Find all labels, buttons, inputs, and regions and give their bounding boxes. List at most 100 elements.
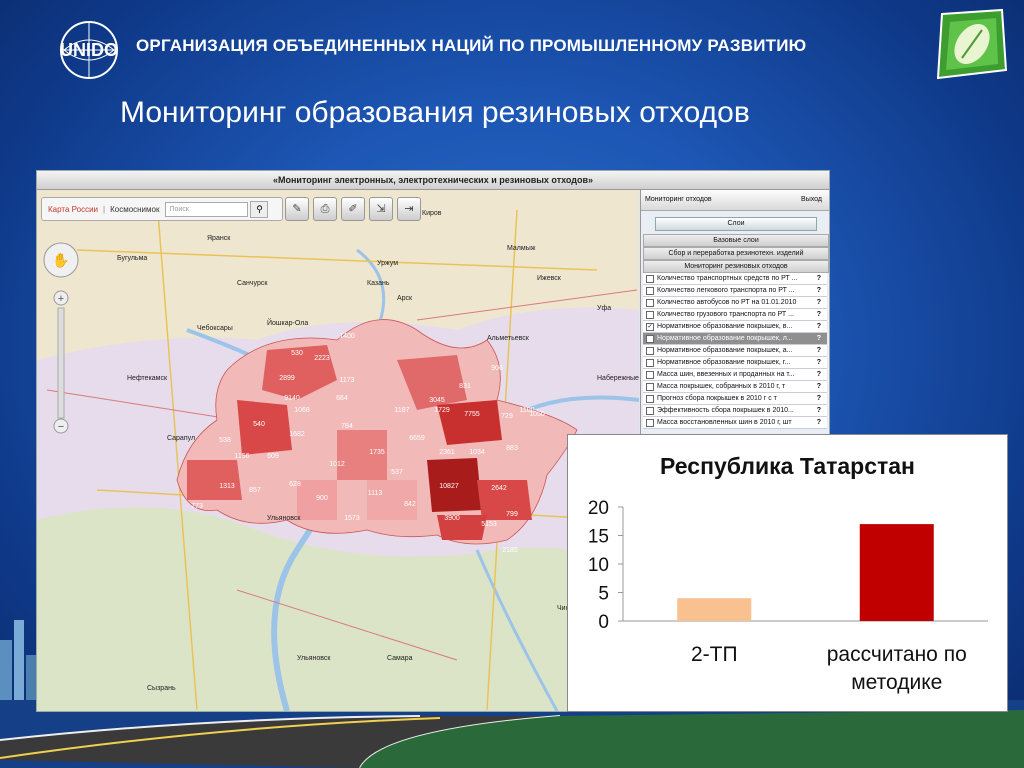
region-value-label: 2899 (279, 375, 295, 382)
region-value-label: 2361 (439, 449, 455, 456)
help-icon[interactable]: ? (817, 273, 821, 284)
region-value-label: 842 (404, 501, 416, 508)
layer-checkbox[interactable] (646, 299, 654, 307)
help-icon[interactable]: ? (817, 309, 821, 320)
layer-label: Прогноз сбора покрышек в 2010 г с т (657, 395, 777, 402)
leaf-logo-icon (936, 8, 1008, 80)
layer-item[interactable]: ✓ Нормативное образование покрышек, в...? (643, 321, 827, 333)
exit-tool-icon[interactable]: ⇥ (397, 197, 421, 221)
layers-button[interactable]: Слои (655, 217, 817, 231)
map-place-label: Ульяновск (267, 515, 301, 522)
region-value-label: 664 (336, 395, 348, 402)
help-icon[interactable]: ? (817, 333, 821, 344)
layer-checkbox[interactable] (646, 395, 654, 403)
help-icon[interactable]: ? (817, 297, 821, 308)
help-icon[interactable]: ? (817, 285, 821, 296)
map-place-label: Уржум (377, 260, 398, 267)
region-value-label: 729 (501, 413, 513, 420)
region-value-label: 538 (219, 437, 231, 444)
layer-label: Масса шин, ввезенных и проданных на т... (657, 371, 795, 378)
region-value-label: 6659 (409, 435, 425, 442)
layer-label: Количество транспортных средств по РТ ..… (657, 275, 798, 282)
chart-panel: Республика Татарстан 0 5 10 15 20 2-ТП рассчит… (567, 434, 1008, 712)
map-pan-control[interactable]: ✋ (43, 242, 79, 278)
y-tick-label: 5 (598, 584, 609, 605)
region-value-label: 1573 (344, 515, 360, 522)
region-value-label: 857 (249, 487, 261, 494)
zoom-in-button[interactable]: + (53, 290, 69, 306)
layer-item[interactable]: Прогноз сбора покрышек в 2010 г с т? (643, 393, 827, 405)
y-tick-label: 10 (588, 555, 609, 576)
region-value-label: 1187 (394, 407, 409, 414)
layer-item[interactable]: Нормативное образование покрышек, г...? (643, 357, 827, 369)
region-value-label: 1173 (339, 377, 354, 384)
help-icon[interactable]: ? (817, 405, 821, 416)
help-icon[interactable]: ? (817, 357, 821, 368)
search-input[interactable]: Поиск (165, 201, 249, 217)
layer-label: Масса восстановленных шин в 2010 г, шт (657, 419, 792, 426)
tab-satellite[interactable]: Космоснимок (105, 205, 165, 214)
map-place-label: Ульяновск (297, 655, 331, 662)
layer-checkbox[interactable] (646, 275, 654, 283)
layer-checkbox[interactable] (646, 407, 654, 415)
layer-group[interactable]: Сбор и переработка резинотехн. изделий (643, 247, 829, 260)
help-icon[interactable]: ? (817, 381, 821, 392)
layer-item[interactable]: Эффективность сбора покрышек в 2010...? (643, 405, 827, 417)
layer-label: Масса покрышек, собранных в 2010 г, т (657, 383, 786, 390)
zoom-slider[interactable] (57, 307, 65, 419)
layer-group[interactable]: Базовые слои (643, 234, 829, 247)
layer-checkbox[interactable] (646, 311, 654, 319)
zoom-out-button[interactable]: − (53, 418, 69, 434)
region-value-label: 1113 (368, 490, 383, 497)
region-value-label: 900 (316, 495, 328, 502)
print-icon[interactable]: ⎙ (313, 197, 337, 221)
layer-item[interactable]: Количество легкового транспорта по РТ ..… (643, 285, 827, 297)
layer-item[interactable]: Количество грузового транспорта по РТ ..… (643, 309, 827, 321)
layer-checkbox[interactable] (646, 287, 654, 295)
layer-item[interactable]: Нормативное образование покрышек, а...? (643, 345, 827, 357)
map-view[interactable]: 1400 530 2223 2899 1173 664 1068 9140 540 1682 784… (37, 190, 639, 711)
export-icon[interactable]: ⇲ (369, 197, 393, 221)
measure-tool-icon[interactable]: ✎ (285, 197, 309, 221)
region-value-label: 3900 (444, 515, 460, 522)
region-value-label: 3045 (429, 397, 445, 404)
layer-item[interactable]: Количество автобусов по РТ на 01.01.2010… (643, 297, 827, 309)
exit-button[interactable]: Выход (801, 196, 822, 203)
svg-text:+: + (58, 293, 64, 305)
layer-item[interactable]: Масса покрышек, собранных в 2010 г, т? (643, 381, 827, 393)
help-icon[interactable]: ? (817, 417, 821, 428)
help-icon[interactable]: ? (817, 321, 821, 332)
layer-checkbox[interactable] (646, 335, 654, 343)
app-title-bar: «Мониторинг электронных, электротехничес… (37, 171, 829, 190)
layer-checkbox[interactable] (646, 419, 654, 427)
region-value-label: 1156 (234, 453, 249, 460)
layer-item[interactable]: Масса восстановленных шин в 2010 г, шт? (643, 417, 827, 429)
map-place-label: Альметьевск (487, 335, 530, 342)
search-icon[interactable]: ⚲ (250, 200, 269, 218)
help-icon[interactable]: ? (817, 345, 821, 356)
region-value-label: 1012 (329, 461, 345, 468)
map-place-label: Уфа (597, 305, 611, 312)
layer-label: Количество легкового транспорта по РТ ..… (657, 287, 795, 294)
layer-item[interactable]: Масса шин, ввезенных и проданных на т...… (643, 369, 827, 381)
layer-item[interactable]: Количество транспортных средств по РТ ..… (643, 273, 827, 285)
map-place-label: Казань (367, 280, 390, 287)
edit-icon[interactable]: ✐ (341, 197, 365, 221)
unido-logo: UNIDO (60, 21, 118, 79)
region-value-label: 2185 (502, 547, 518, 554)
region-value-label: 609 (267, 453, 279, 460)
layer-checkbox[interactable] (646, 347, 654, 355)
layer-checkbox[interactable] (646, 359, 654, 367)
layer-item[interactable]: Нормативное образование покрышек, л...? (643, 333, 827, 345)
layer-checkbox[interactable]: ✓ (646, 323, 654, 331)
layer-group[interactable]: Мониторинг резиновых отходов (643, 260, 829, 273)
layer-checkbox[interactable] (646, 383, 654, 391)
help-icon[interactable]: ? (817, 393, 821, 404)
help-icon[interactable]: ? (817, 369, 821, 380)
layer-checkbox[interactable] (646, 371, 654, 379)
y-tick-label: 20 (588, 498, 609, 519)
svg-text:✋: ✋ (52, 252, 69, 268)
bar (677, 598, 752, 621)
map-place-label: Малмыж (507, 245, 536, 252)
tab-map-russia[interactable]: Карта России (42, 205, 103, 214)
